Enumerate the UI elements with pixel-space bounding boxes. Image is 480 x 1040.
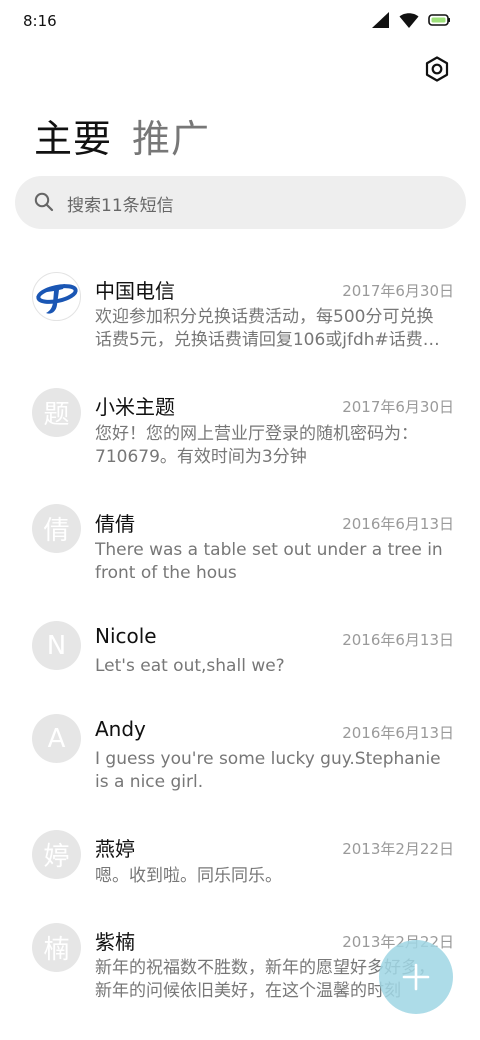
conversation-preview: 您好！您的网上营业厅登录的随机密码为：710679。有效时间为3分钟 [95, 424, 418, 467]
plus-icon [402, 963, 430, 991]
conversation-list: 中国电信 2017年6月30日 欢迎参加积分兑换话费活动，每500分可兑换话费5… [0, 0, 480, 1040]
avatar: 婷 [32, 830, 81, 879]
conversation-date: 2017年6月30日 [342, 398, 454, 416]
conversation-preview: Let's eat out,shall we? [95, 656, 285, 676]
conversation-name: Andy [95, 717, 146, 741]
conversation-name: 中国电信 [95, 279, 175, 303]
conversation-preview: There was a table set out under a tree i… [95, 540, 443, 583]
conversation-date: 2016年6月13日 [342, 515, 454, 533]
avatar [32, 272, 81, 321]
conversation-preview: 嗯。收到啦。同乐同乐。 [95, 866, 282, 886]
conversation-preview: 欢迎参加积分兑换话费活动，每500分可兑换话费5元，兑换话费请回复106或jfd… [95, 307, 440, 350]
new-message-button[interactable] [379, 940, 453, 1014]
avatar: N [32, 621, 81, 670]
conversation-name: 燕婷 [95, 837, 135, 861]
conversation-date: 2017年6月30日 [342, 282, 454, 300]
avatar: 题 [32, 388, 81, 437]
conversation-name: Nicole [95, 624, 157, 648]
conversation-date: 2016年6月13日 [342, 631, 454, 649]
avatar: 楠 [32, 923, 81, 972]
conversation-preview: I guess you're some lucky guy.Stephanie … [95, 749, 441, 792]
conversation-name: 小米主题 [95, 395, 175, 419]
conversation-date: 2016年6月13日 [342, 724, 454, 742]
avatar: A [32, 714, 81, 763]
conversation-date: 2013年2月22日 [342, 840, 454, 858]
conversation-name: 紫楠 [95, 930, 135, 954]
china-telecom-logo-icon [35, 283, 78, 314]
conversation-name: 倩倩 [95, 512, 135, 536]
avatar: 倩 [32, 504, 81, 553]
